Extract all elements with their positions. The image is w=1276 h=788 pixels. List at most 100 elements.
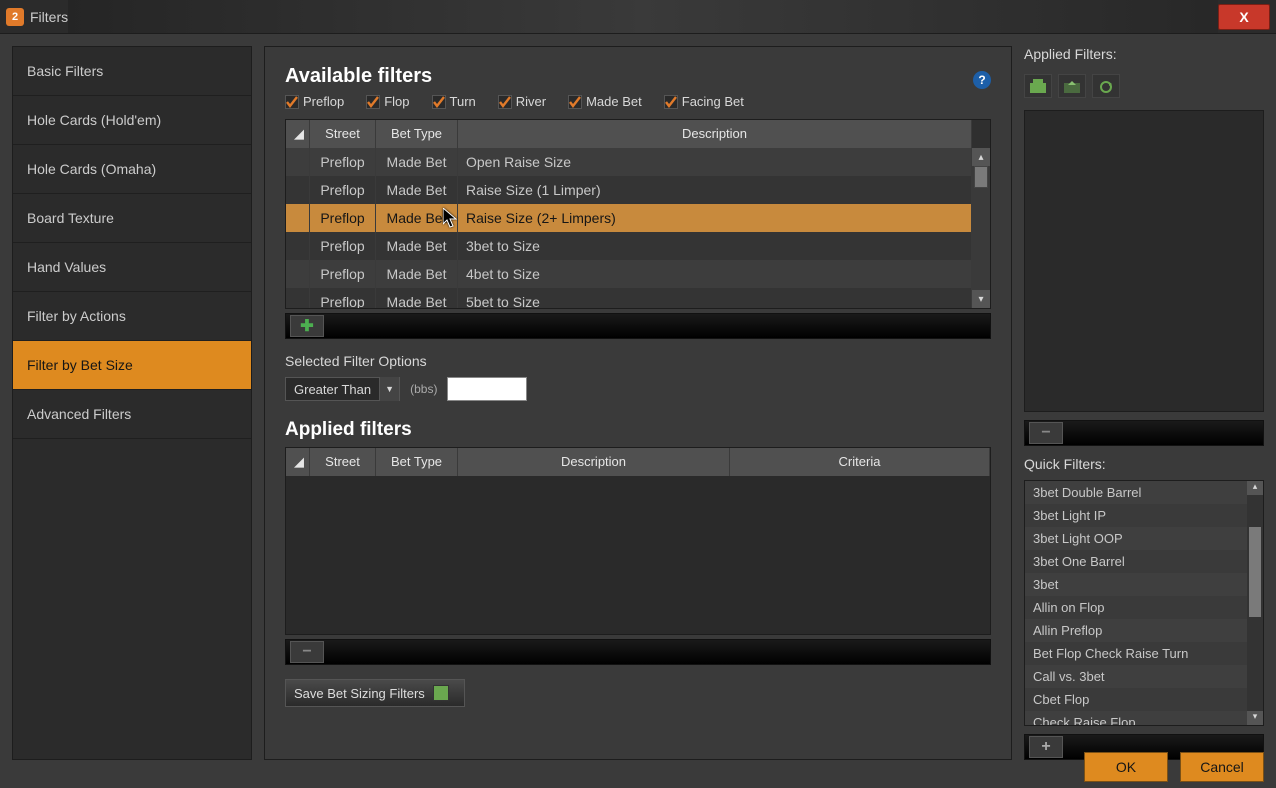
cell-street: Preflop: [310, 232, 376, 260]
scroll-up-icon[interactable]: ▴: [972, 148, 990, 166]
scroll-down-icon[interactable]: ▾: [972, 290, 990, 308]
sidebar-item-label: Filter by Actions: [27, 308, 126, 324]
table-row[interactable]: PreflopMade Bet3bet to Size: [286, 232, 972, 260]
load-filter-icon[interactable]: [1024, 74, 1052, 98]
cell-bettype: Made Bet: [376, 148, 458, 176]
center-panel: Available filters ? Preflop Flop Turn Ri…: [264, 46, 1012, 760]
check-turn[interactable]: Turn: [432, 94, 476, 109]
sidebar-item-board-texture[interactable]: Board Texture: [13, 194, 251, 243]
applied-filters-title: Applied filters: [285, 419, 991, 441]
list-item[interactable]: Check Raise Flop: [1025, 711, 1263, 726]
scroll-up-icon[interactable]: ▴: [1247, 481, 1263, 495]
sidebar-item-filter-by-actions[interactable]: Filter by Actions: [13, 292, 251, 341]
size-input[interactable]: [447, 377, 527, 401]
scrollbar[interactable]: ▴ ▾: [972, 148, 990, 308]
cell-description: 4bet to Size: [458, 260, 972, 288]
save-filter-icon[interactable]: [1058, 74, 1086, 98]
list-item[interactable]: 3bet One Barrel: [1025, 550, 1263, 573]
col-header-criteria[interactable]: Criteria: [730, 448, 990, 476]
list-item[interactable]: 3bet Light IP: [1025, 504, 1263, 527]
check-icon: [498, 95, 512, 109]
col-header-description[interactable]: Description: [458, 448, 730, 476]
titlebar: 2 Filters X: [0, 0, 1276, 34]
available-filters-title: Available filters: [285, 65, 432, 88]
save-button-label: Save Bet Sizing Filters: [294, 686, 425, 701]
scrollbar-thumb[interactable]: [1249, 527, 1261, 617]
sidebar-item-hole-cards-holdem[interactable]: Hole Cards (Hold'em): [13, 96, 251, 145]
col-header-bettype[interactable]: Bet Type: [376, 120, 458, 148]
chevron-down-icon: ▼: [379, 377, 399, 401]
check-facing-bet[interactable]: Facing Bet: [664, 94, 744, 109]
remove-filter-button[interactable]: −: [290, 641, 324, 663]
sidebar-item-label: Filter by Bet Size: [27, 357, 133, 373]
check-made-bet[interactable]: Made Bet: [568, 94, 642, 109]
list-item[interactable]: 3bet Double Barrel: [1025, 481, 1263, 504]
grid-corner-icon[interactable]: ◢: [286, 120, 310, 148]
applied-grid: ◢ Street Bet Type Description Criteria: [285, 447, 991, 635]
ok-button[interactable]: OK: [1084, 752, 1168, 782]
table-row[interactable]: PreflopMade BetOpen Raise Size: [286, 148, 972, 176]
table-row[interactable]: PreflopMade Bet5bet to Size: [286, 288, 972, 308]
applied-rows-empty: [286, 476, 990, 634]
sidebar: Basic Filters Hole Cards (Hold'em) Hole …: [12, 46, 252, 760]
check-river[interactable]: River: [498, 94, 546, 109]
cell-description: 5bet to Size: [458, 288, 972, 308]
col-header-street[interactable]: Street: [310, 448, 376, 476]
comparator-dropdown[interactable]: Greater Than ▼: [285, 377, 400, 401]
list-item[interactable]: Allin Preflop: [1025, 619, 1263, 642]
check-icon: [432, 95, 446, 109]
save-bet-sizing-button[interactable]: Save Bet Sizing Filters: [285, 679, 465, 707]
right-panel: Applied Filters: − Quick Filters: 3bet D…: [1024, 46, 1264, 760]
reset-filter-icon[interactable]: [1092, 74, 1120, 98]
titlebar-decoration: [68, 0, 1218, 33]
col-header-description[interactable]: Description: [458, 120, 972, 148]
cell-description: Raise Size (1 Limper): [458, 176, 972, 204]
scrollbar[interactable]: ▴ ▾: [1247, 481, 1263, 725]
remove-applied-button[interactable]: −: [1029, 422, 1063, 444]
list-item[interactable]: 3bet Light OOP: [1025, 527, 1263, 550]
table-row[interactable]: PreflopMade Bet4bet to Size: [286, 260, 972, 288]
table-row[interactable]: PreflopMade BetRaise Size (1 Limper): [286, 176, 972, 204]
grid-header: ◢ Street Bet Type Description: [286, 120, 972, 148]
list-item[interactable]: Bet Flop Check Raise Turn: [1025, 642, 1263, 665]
sidebar-item-label: Hand Values: [27, 259, 106, 275]
check-label: Made Bet: [586, 94, 642, 109]
sidebar-item-label: Advanced Filters: [27, 406, 131, 422]
available-grid: ◢ Street Bet Type Description PreflopMad…: [285, 119, 991, 309]
col-header-street[interactable]: Street: [310, 120, 376, 148]
add-filter-button[interactable]: ✚: [290, 315, 324, 337]
sidebar-item-basic-filters[interactable]: Basic Filters: [13, 47, 251, 96]
scroll-down-icon[interactable]: ▾: [1247, 711, 1263, 725]
list-item[interactable]: Call vs. 3bet: [1025, 665, 1263, 688]
sidebar-item-label: Hole Cards (Hold'em): [27, 112, 161, 128]
dropdown-value: Greater Than: [286, 382, 379, 397]
scrollbar-thumb[interactable]: [974, 166, 988, 188]
check-preflop[interactable]: Preflop: [285, 94, 344, 109]
cell-bettype: Made Bet: [376, 288, 458, 308]
grid-corner-icon[interactable]: ◢: [286, 448, 310, 476]
cell-street: Preflop: [310, 176, 376, 204]
plus-icon: +: [1041, 738, 1050, 756]
grid-header: ◢ Street Bet Type Description Criteria: [286, 448, 990, 476]
save-icon: [433, 685, 449, 701]
check-icon: [285, 95, 299, 109]
sidebar-item-advanced-filters[interactable]: Advanced Filters: [13, 390, 251, 439]
cell-bettype: Made Bet: [376, 260, 458, 288]
list-item[interactable]: Cbet Flop: [1025, 688, 1263, 711]
table-row[interactable]: PreflopMade BetRaise Size (2+ Limpers): [286, 204, 972, 232]
list-item[interactable]: Allin on Flop: [1025, 596, 1263, 619]
check-label: Preflop: [303, 94, 344, 109]
close-button[interactable]: X: [1218, 4, 1270, 30]
cancel-button[interactable]: Cancel: [1180, 752, 1264, 782]
sidebar-item-filter-by-bet-size[interactable]: Filter by Bet Size: [13, 341, 251, 390]
unit-label: (bbs): [410, 382, 437, 396]
applied-filters-box: [1024, 110, 1264, 412]
help-icon[interactable]: ?: [973, 71, 991, 89]
add-quick-filter-button[interactable]: +: [1029, 736, 1063, 758]
list-item[interactable]: 3bet: [1025, 573, 1263, 596]
sidebar-item-hole-cards-omaha[interactable]: Hole Cards (Omaha): [13, 145, 251, 194]
col-header-bettype[interactable]: Bet Type: [376, 448, 458, 476]
sidebar-item-hand-values[interactable]: Hand Values: [13, 243, 251, 292]
quick-filters-label: Quick Filters:: [1024, 456, 1264, 472]
check-flop[interactable]: Flop: [366, 94, 409, 109]
